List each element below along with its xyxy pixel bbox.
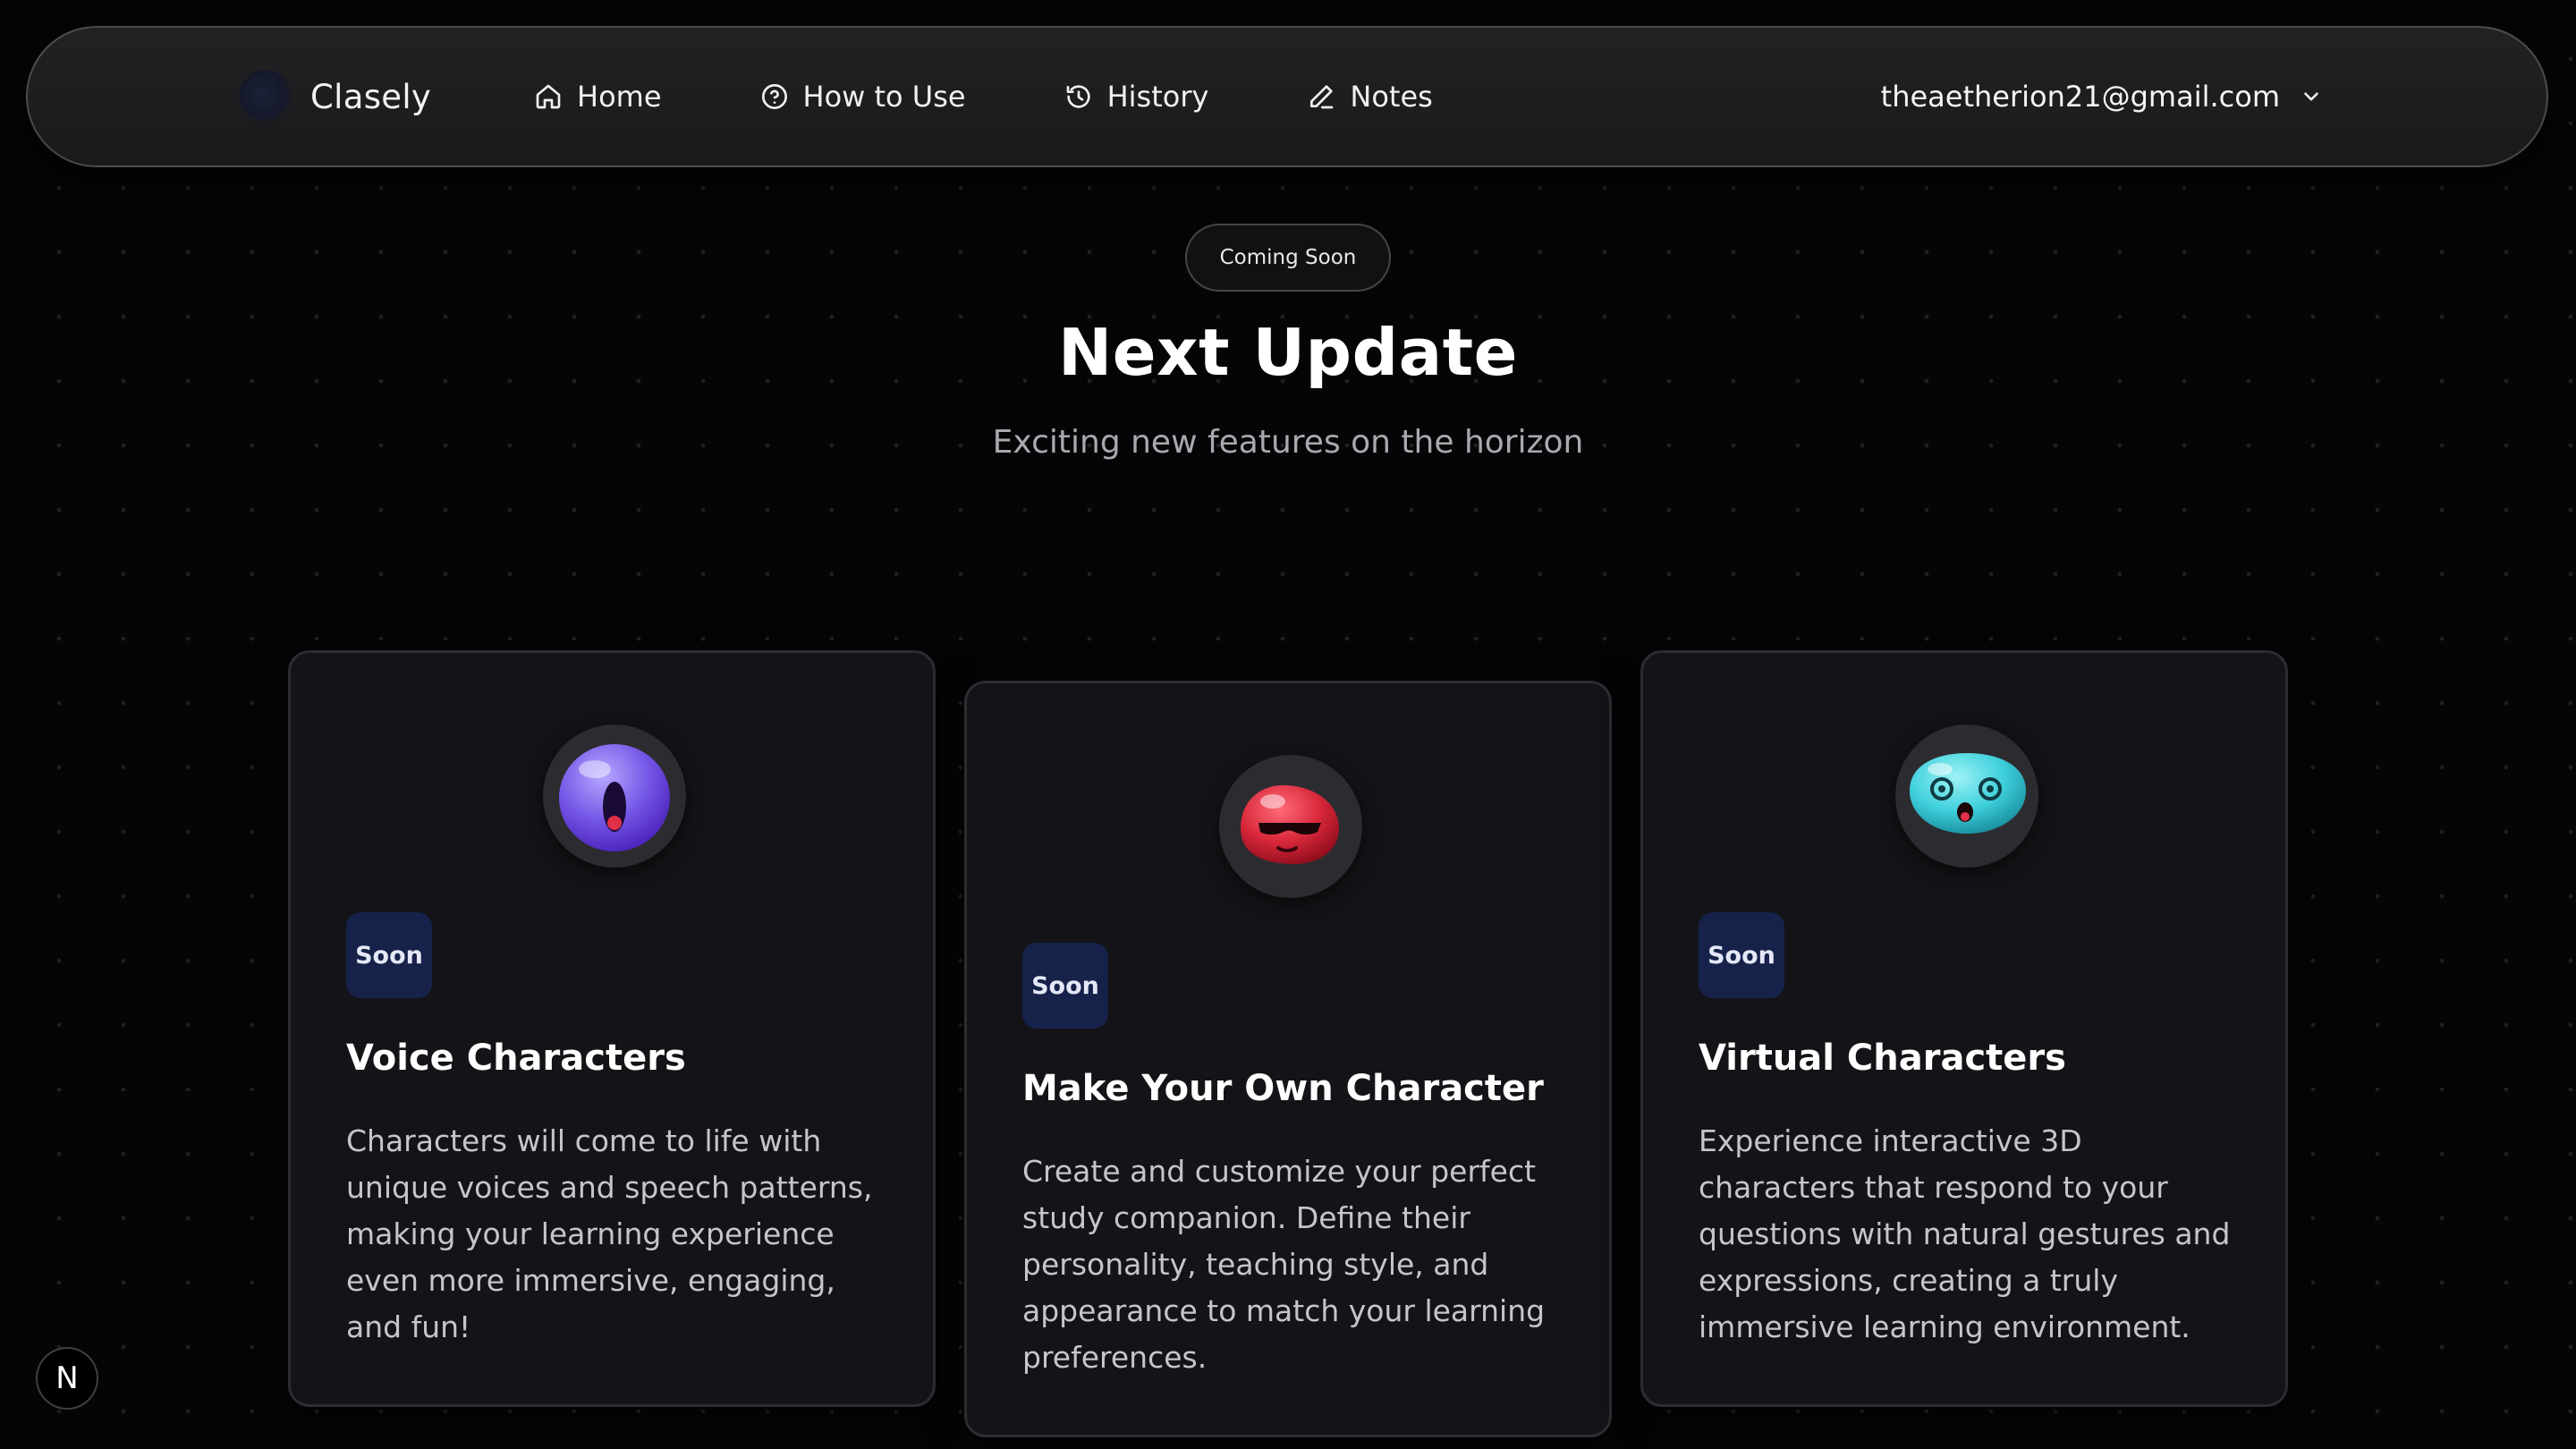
brand-logo-icon	[239, 70, 292, 123]
history-icon	[1066, 85, 1090, 108]
chevron-down-icon	[2304, 92, 2318, 101]
soon-badge: Soon	[1699, 912, 1784, 998]
page-title: Next Update	[1058, 315, 1518, 390]
nav-label-home: Home	[577, 80, 662, 114]
page-subtitle: Exciting new features on the horizon	[992, 424, 1584, 461]
help-circle-icon	[761, 84, 787, 109]
account-email: theaetherion21@gmail.com	[1880, 80, 2280, 114]
soon-badge: Soon	[1022, 943, 1108, 1029]
home-icon	[536, 84, 561, 109]
card-title: Virtual Characters	[1699, 1038, 2066, 1079]
top-navbar: Clasely Home How to Use History Notes th…	[26, 26, 2548, 167]
nav-item-notes[interactable]: Notes	[1307, 80, 1433, 114]
brand[interactable]: Clasely	[225, 28, 431, 165]
card-description: Characters will come to life with unique…	[346, 1123, 873, 1344]
avatar	[543, 724, 686, 868]
feature-card-make-your-own-character: Soon Make Your Own Character Create and …	[964, 681, 1612, 1437]
soon-badge: Soon	[346, 912, 432, 998]
nav-item-home[interactable]: Home	[534, 80, 662, 114]
nav-links: Home How to Use History Notes	[534, 28, 1531, 165]
page: Clasely Home How to Use History Notes th…	[0, 0, 2576, 1449]
card-title: Voice Characters	[346, 1038, 686, 1079]
cyan-dizzy-blob-icon	[1910, 753, 2026, 834]
dev-tools-button[interactable]: N	[36, 1347, 98, 1410]
red-sunglasses-blob-icon	[1241, 784, 1339, 865]
avatar	[1895, 724, 2038, 868]
card-description: Experience interactive 3D characters tha…	[1699, 1123, 2231, 1344]
nav-label-history: History	[1106, 80, 1209, 114]
account-menu[interactable]: theaetherion21@gmail.com	[1881, 28, 2323, 165]
nav-label-notes: Notes	[1350, 80, 1433, 114]
pencil-icon	[1310, 85, 1334, 109]
coming-soon-badge: Coming Soon	[1185, 224, 1391, 292]
avatar	[1219, 755, 1362, 898]
nav-item-how-to-use[interactable]: How to Use	[760, 80, 966, 114]
card-title: Make Your Own Character	[1022, 1068, 1544, 1109]
feature-card-virtual-characters: Soon Virtual Characters Experience inter…	[1640, 650, 2288, 1407]
card-description: Create and customize your perfect study …	[1022, 1154, 1546, 1375]
feature-card-voice-characters: Soon Voice Characters Characters will co…	[288, 650, 936, 1407]
purple-surprised-blob-icon	[559, 744, 670, 852]
nav-item-history[interactable]: History	[1064, 80, 1209, 114]
nav-label-how-to-use: How to Use	[802, 80, 966, 114]
brand-name: Clasely	[310, 77, 432, 116]
